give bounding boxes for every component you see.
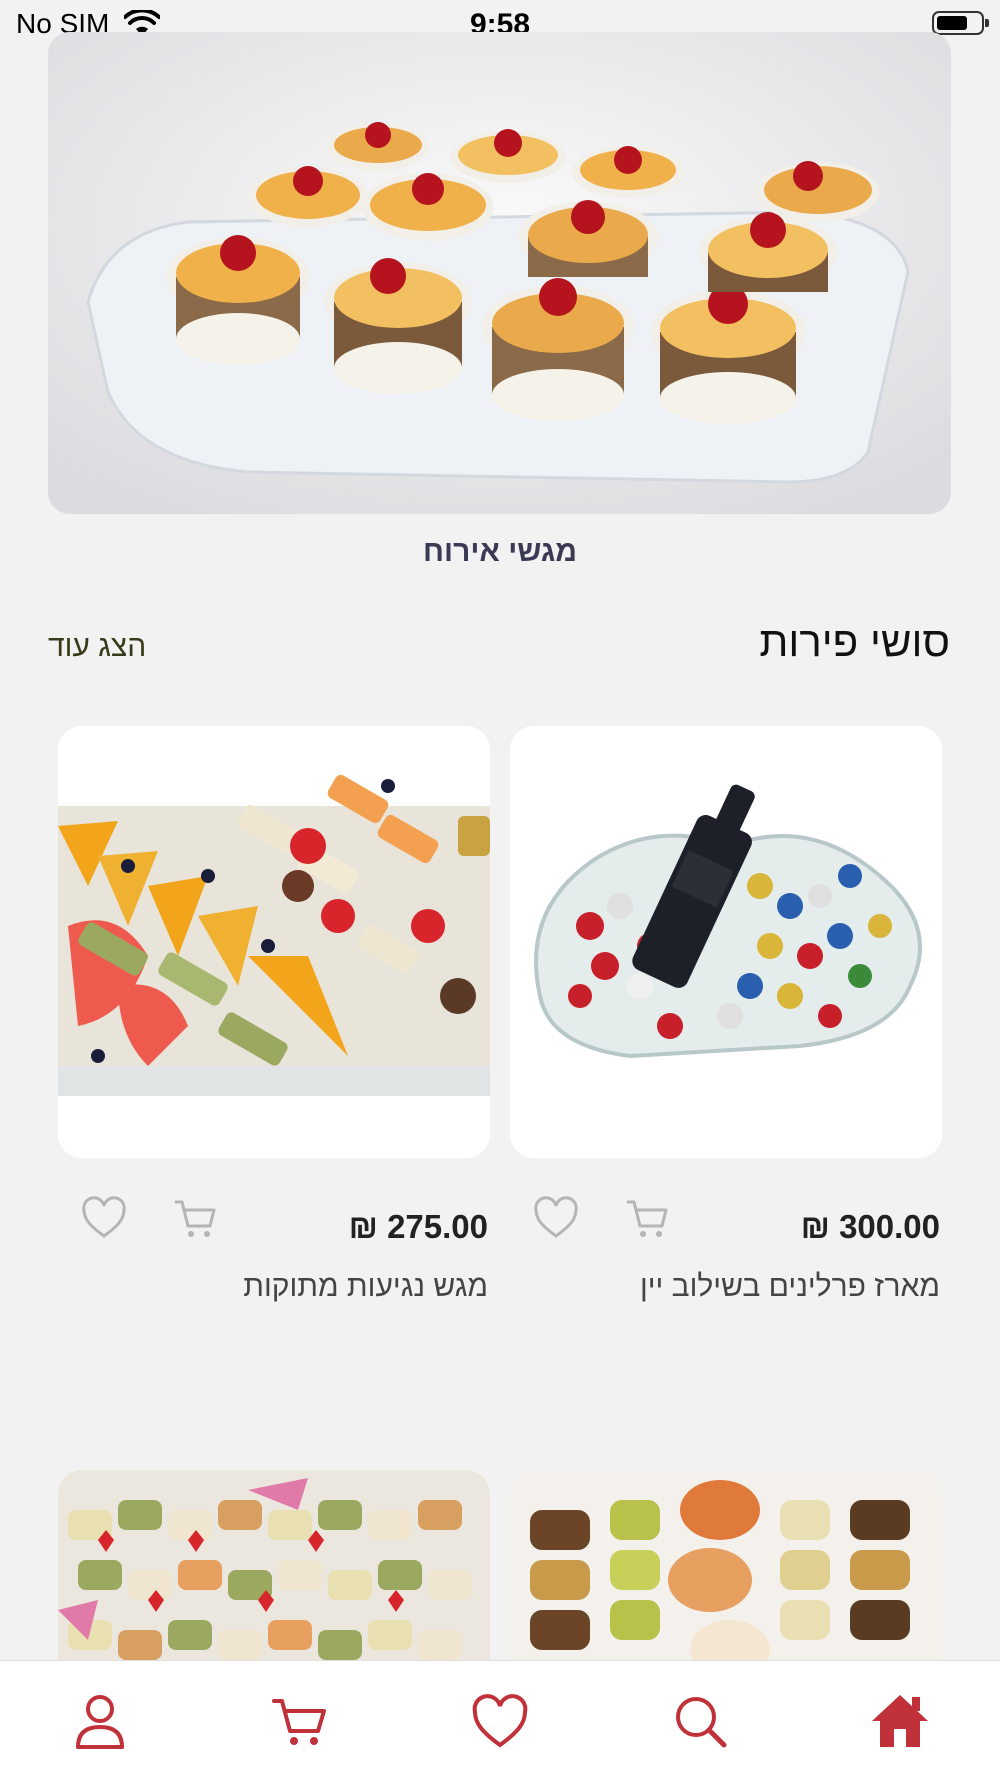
hero-caption[interactable]: מגשי אירוח [0, 535, 1000, 569]
add-to-cart-icon[interactable] [172, 1194, 220, 1242]
product-name[interactable]: מארז פרלינים בשילוב יין [640, 1270, 940, 1304]
favorite-heart-icon[interactable] [532, 1194, 580, 1242]
product-image-sweet-platter[interactable] [58, 726, 490, 1158]
product-image-sushi-rolls[interactable] [510, 1470, 942, 1680]
show-more-link[interactable]: הצג עוד [48, 630, 146, 664]
hero-banner-image[interactable] [48, 32, 951, 514]
bottom-nav [0, 1660, 1000, 1779]
user-icon[interactable] [70, 1691, 130, 1751]
favorite-heart-icon[interactable] [80, 1194, 128, 1242]
add-to-cart-icon[interactable] [624, 1194, 672, 1242]
search-icon[interactable] [670, 1691, 730, 1751]
home-icon[interactable] [870, 1691, 930, 1751]
heart-icon[interactable] [470, 1691, 530, 1751]
product-image-pralines-wine[interactable] [510, 726, 942, 1158]
section-title: סושי פירות [759, 618, 950, 665]
product-name[interactable]: מגש נגיעות מתוקות [243, 1270, 488, 1304]
product-price: 300.00 ₪ [800, 1208, 940, 1245]
product-price: 275.00 ₪ [348, 1208, 488, 1245]
cart-icon[interactable] [270, 1691, 330, 1751]
battery-icon [932, 11, 989, 35]
product-image-fruit-sushi[interactable] [58, 1470, 490, 1680]
